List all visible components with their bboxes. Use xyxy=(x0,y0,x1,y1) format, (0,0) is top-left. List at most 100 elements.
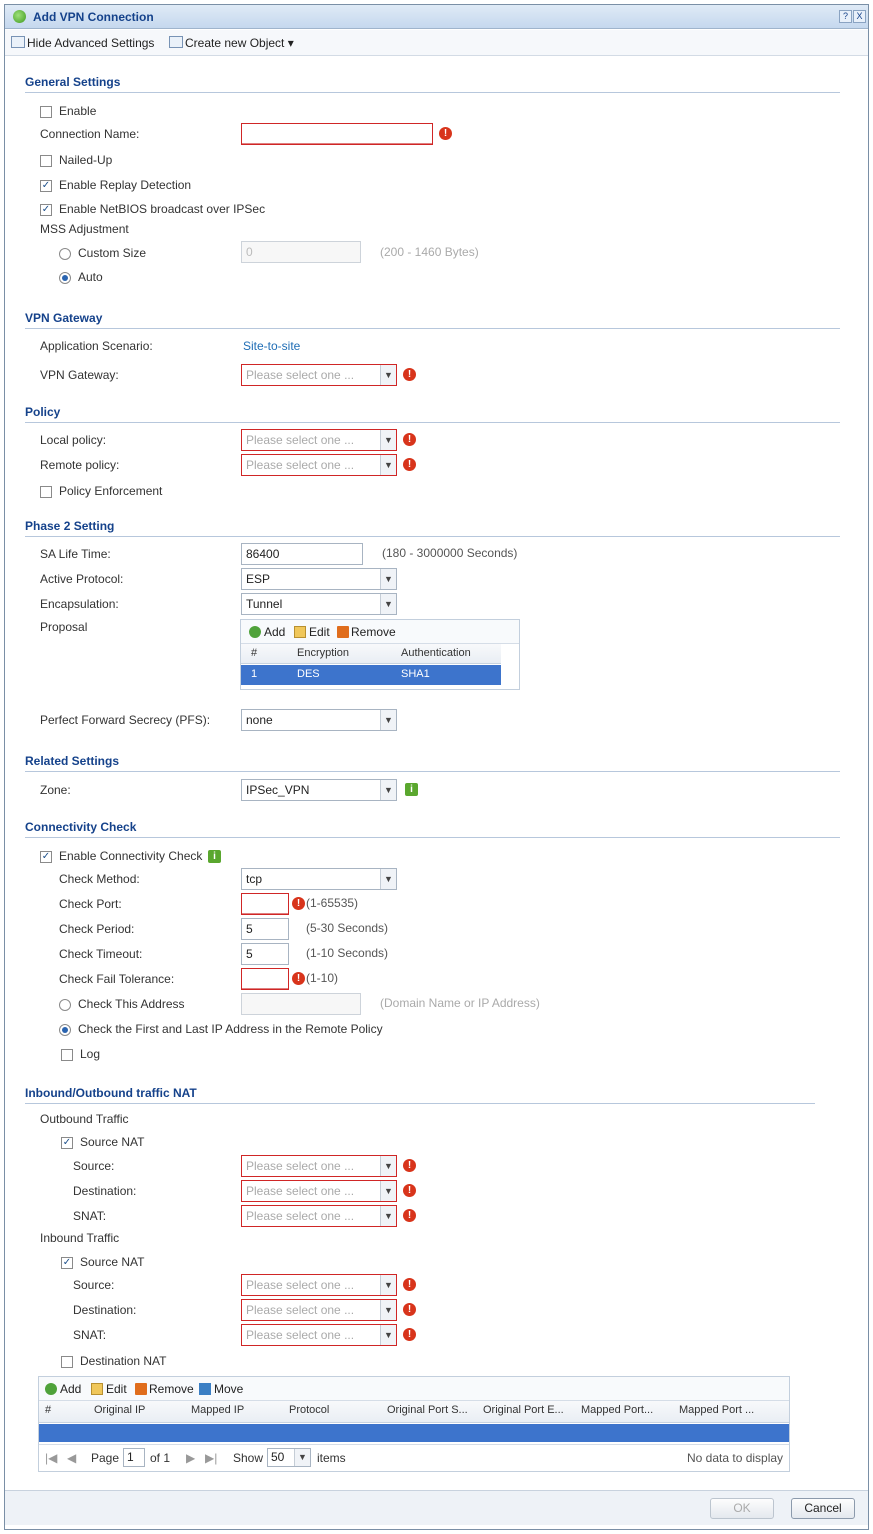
remote-policy-select[interactable]: Please select one ... ▼ xyxy=(241,454,397,476)
nat-add-button[interactable]: Add xyxy=(60,1382,81,1396)
outbound-source-nat-label: Source NAT xyxy=(80,1135,145,1149)
ok-button[interactable]: OK xyxy=(710,1498,774,1519)
zone-select[interactable]: IPSec_VPN ▼ xyxy=(241,779,397,801)
remove-icon xyxy=(337,626,349,638)
info-icon[interactable]: i xyxy=(208,850,221,863)
check-timeout-input[interactable]: 5 xyxy=(241,943,289,965)
page-size-select[interactable]: 50 ▼ xyxy=(267,1448,311,1467)
proposal-add-button[interactable]: Add xyxy=(264,625,285,639)
create-new-object-menu[interactable]: Create new Object ▾ xyxy=(185,36,294,50)
page-label: Page xyxy=(91,1451,120,1465)
policy-enforcement-checkbox[interactable] xyxy=(40,486,52,498)
replay-detection-checkbox[interactable]: ✓ xyxy=(40,180,52,192)
cancel-button[interactable]: Cancel xyxy=(791,1498,855,1519)
nailed-up-checkbox[interactable] xyxy=(40,155,52,167)
check-timeout-hint: (1-10 Seconds) xyxy=(306,946,389,960)
enable-connectivity-checkbox[interactable]: ✓ xyxy=(40,851,52,863)
dialog-footer: OK Cancel xyxy=(5,1490,868,1525)
outbound-destination-select[interactable]: Please select one ... ▼ xyxy=(241,1180,397,1202)
sa-life-time-label: SA Life Time: xyxy=(40,547,111,561)
close-icon[interactable]: X xyxy=(853,10,866,23)
inbound-destination-select[interactable]: Please select one ... ▼ xyxy=(241,1299,397,1321)
outbound-destination-label: Destination: xyxy=(73,1184,137,1198)
remote-policy-label: Remote policy: xyxy=(40,458,120,472)
dialog-window: Add VPN Connection ? X Hide Advanced Set… xyxy=(4,4,869,1530)
divider xyxy=(25,92,840,93)
hide-advanced-settings-button[interactable]: Hide Advanced Settings xyxy=(27,36,154,50)
outbound-source-nat-checkbox[interactable]: ✓ xyxy=(61,1137,73,1149)
log-checkbox[interactable] xyxy=(61,1049,73,1061)
inbound-source-select[interactable]: Please select one ... ▼ xyxy=(241,1274,397,1296)
inbound-source-label: Source: xyxy=(73,1278,115,1292)
page-input[interactable]: 1 xyxy=(123,1448,145,1467)
nat-remove-button[interactable]: Remove xyxy=(149,1382,194,1396)
destination-nat-checkbox[interactable] xyxy=(61,1356,73,1368)
custom-size-hint: (200 - 1460 Bytes) xyxy=(380,245,479,259)
check-period-input[interactable]: 5 xyxy=(241,918,289,940)
proposal-table: Add Edit Remove # Encryption Authenticat… xyxy=(240,619,520,690)
prev-page-icon[interactable]: ◀ xyxy=(67,1451,76,1465)
error-icon: ! xyxy=(403,458,416,471)
check-method-select[interactable]: tcp ▼ xyxy=(241,868,397,890)
outbound-destination-placeholder: Please select one ... xyxy=(246,1184,355,1198)
items-label: items xyxy=(317,1451,346,1465)
check-port-input[interactable] xyxy=(241,893,289,915)
check-address-hint: (Domain Name or IP Address) xyxy=(380,996,540,1010)
table-row[interactable]: 1 DES SHA1 xyxy=(241,665,501,685)
proposal-remove-button[interactable]: Remove xyxy=(351,625,396,639)
custom-size-input[interactable]: 0 xyxy=(241,241,361,263)
enable-checkbox[interactable] xyxy=(40,106,52,118)
column-header[interactable]: # xyxy=(251,647,257,659)
error-icon: ! xyxy=(403,1303,416,1316)
create-new-object-label: Create new Object xyxy=(185,36,285,50)
log-label: Log xyxy=(80,1047,101,1061)
pfs-select[interactable]: none ▼ xyxy=(241,709,397,731)
encapsulation-select[interactable]: Tunnel ▼ xyxy=(241,593,397,615)
vpn-gateway-select[interactable]: Please select one ... ▼ xyxy=(241,364,397,386)
local-policy-select[interactable]: Please select one ... ▼ xyxy=(241,429,397,451)
check-fail-tolerance-input[interactable] xyxy=(241,968,289,990)
active-protocol-select[interactable]: ESP ▼ xyxy=(241,568,397,590)
nat-edit-button[interactable]: Edit xyxy=(106,1382,127,1396)
outbound-snat-select[interactable]: Please select one ... ▼ xyxy=(241,1205,397,1227)
chevron-down-icon: ▼ xyxy=(380,1325,396,1345)
application-scenario-label: Application Scenario: xyxy=(40,339,153,353)
help-icon[interactable]: ? xyxy=(839,10,852,23)
inbound-snat-select[interactable]: Please select one ... ▼ xyxy=(241,1324,397,1346)
outbound-source-select[interactable]: Please select one ... ▼ xyxy=(241,1155,397,1177)
column-header[interactable]: Original Port E... xyxy=(483,1404,564,1416)
first-page-icon[interactable]: |◀ xyxy=(45,1451,57,1465)
check-this-address-radio[interactable] xyxy=(59,999,71,1011)
column-header[interactable]: Protocol xyxy=(289,1404,329,1416)
inbound-traffic-label: Inbound Traffic xyxy=(40,1231,120,1245)
proposal-edit-button[interactable]: Edit xyxy=(309,625,330,639)
connection-name-input[interactable] xyxy=(241,123,433,145)
column-header[interactable]: Mapped Port ... xyxy=(679,1404,754,1416)
next-page-icon[interactable]: ▶ xyxy=(186,1451,195,1465)
chevron-down-icon: ▼ xyxy=(380,869,396,889)
column-header[interactable]: Original Port S... xyxy=(387,1404,468,1416)
column-header[interactable]: Mapped IP xyxy=(191,1404,244,1416)
column-header[interactable]: Original IP xyxy=(94,1404,145,1416)
netbios-checkbox[interactable]: ✓ xyxy=(40,204,52,216)
sa-life-time-input[interactable]: 86400 xyxy=(241,543,363,565)
check-address-input[interactable] xyxy=(241,993,361,1015)
auto-radio[interactable] xyxy=(59,272,71,284)
chevron-down-icon: ▼ xyxy=(380,569,396,589)
column-header[interactable]: Mapped Port... xyxy=(581,1404,653,1416)
inbound-source-nat-checkbox[interactable]: ✓ xyxy=(61,1257,73,1269)
error-icon: ! xyxy=(292,972,305,985)
advanced-settings-icon xyxy=(11,36,25,48)
outbound-source-label: Source: xyxy=(73,1159,115,1173)
column-header[interactable]: Encryption xyxy=(297,647,349,659)
check-method-label: Check Method: xyxy=(59,872,140,886)
custom-size-radio[interactable] xyxy=(59,248,71,260)
info-icon[interactable]: i xyxy=(405,783,418,796)
nat-move-button[interactable]: Move xyxy=(214,1382,243,1396)
table-row-empty[interactable] xyxy=(39,1424,789,1442)
enable-label: Enable xyxy=(59,104,97,118)
column-header[interactable]: # xyxy=(45,1404,51,1416)
column-header[interactable]: Authentication xyxy=(401,647,471,659)
check-first-last-radio[interactable] xyxy=(59,1024,71,1036)
last-page-icon[interactable]: ▶| xyxy=(205,1451,217,1465)
